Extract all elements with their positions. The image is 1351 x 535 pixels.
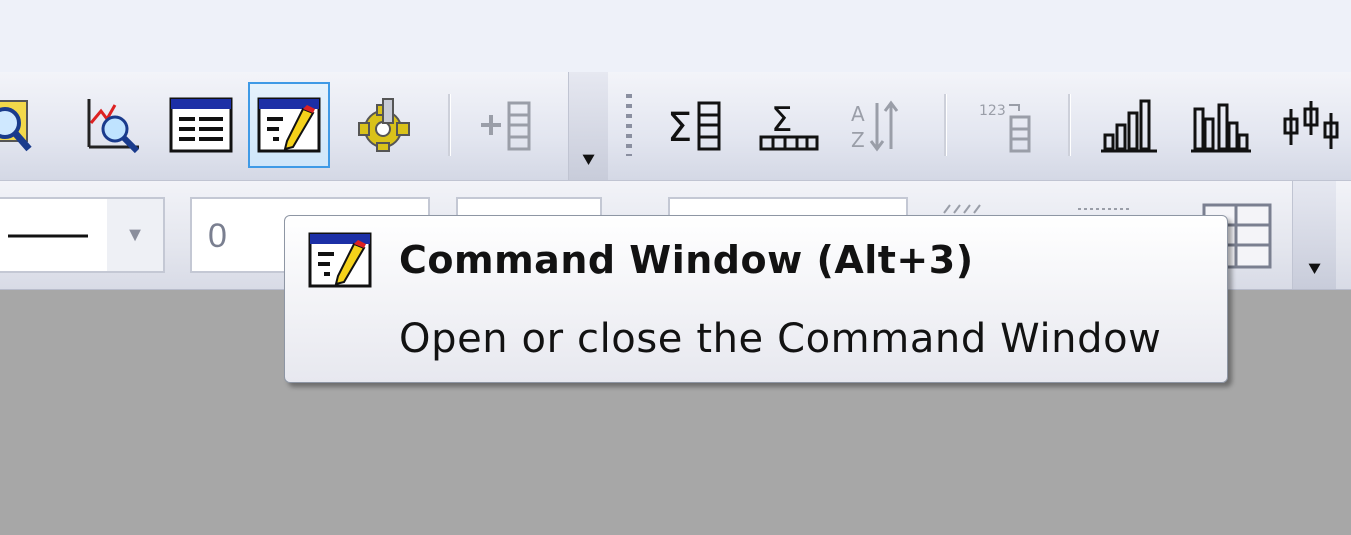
svg-text:123: 123 (979, 103, 1006, 119)
line-style-preview (8, 234, 88, 238)
zoom-graph-button[interactable] (0, 82, 46, 168)
code-builder-icon (353, 95, 417, 155)
set-column-values-icon: 123 (971, 95, 1035, 155)
hi-lo-chart-icon (1279, 95, 1343, 155)
toolbar-overflow-icon: ⯆ (1305, 258, 1324, 283)
zoom-graph-icon (0, 93, 37, 157)
format-toolbar-overflow-button[interactable]: ⯆ (1292, 181, 1336, 289)
tooltip-title: Command Window (Alt+3) (399, 238, 974, 282)
toolbar-grip[interactable] (626, 94, 632, 156)
column-chart-button[interactable] (1088, 82, 1170, 168)
line-style-combo[interactable]: ▼ (0, 197, 165, 273)
command-window-tooltip: Command Window (Alt+3) Open or close the… (284, 215, 1228, 383)
toolbar-overflow-icon: ⯆ (579, 149, 598, 174)
sort-icon: A Z (843, 95, 907, 155)
toolbar-separator (448, 94, 451, 156)
grouped-column-chart-button[interactable] (1180, 82, 1262, 168)
command-window-icon (307, 230, 373, 290)
standard-toolbar: ⯆ Σ Σ A Z 123 (0, 72, 1351, 181)
scan-data-button[interactable] (72, 82, 154, 168)
menu-strip (0, 0, 1351, 72)
column-statistics-button[interactable]: Σ (654, 82, 736, 168)
svg-text:Σ: Σ (667, 105, 692, 151)
row-statistics-button[interactable]: Σ (746, 82, 828, 168)
toolbar-overflow-button[interactable]: ⯆ (568, 72, 608, 180)
results-log-button[interactable] (160, 82, 242, 168)
sort-button[interactable]: A Z (834, 82, 916, 168)
column-chart-icon (1097, 95, 1161, 155)
tooltip-description: Open or close the Command Window (399, 316, 1162, 362)
column-statistics-icon: Σ (663, 95, 727, 155)
command-window-button[interactable] (248, 82, 330, 168)
toolbar-separator (944, 94, 947, 156)
hi-lo-chart-button[interactable] (1270, 82, 1351, 168)
svg-text:A: A (851, 102, 865, 126)
results-log-icon (169, 95, 233, 155)
row-statistics-icon: Σ (755, 95, 819, 155)
command-window-icon (257, 95, 321, 155)
toolbar-separator (1068, 94, 1071, 156)
svg-text:Z: Z (851, 128, 865, 152)
grouped-column-chart-icon (1189, 95, 1253, 155)
code-builder-button[interactable] (344, 82, 426, 168)
svg-text:Σ: Σ (771, 100, 792, 140)
chevron-down-icon[interactable]: ▼ (107, 199, 163, 271)
set-column-values-button[interactable]: 123 (962, 82, 1044, 168)
scan-data-icon (81, 93, 145, 157)
add-column-button[interactable] (466, 82, 548, 168)
add-column-icon (475, 95, 539, 155)
number-field-value: 0 (208, 217, 227, 255)
